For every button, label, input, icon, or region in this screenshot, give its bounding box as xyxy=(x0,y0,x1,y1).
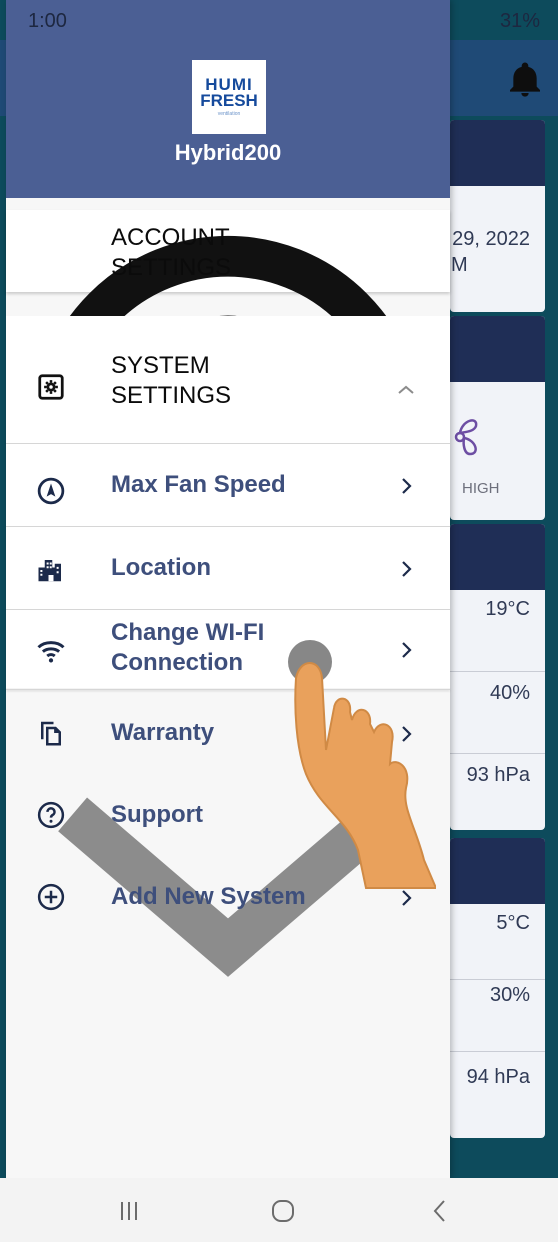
date-card: 29, 2022 M xyxy=(450,120,545,312)
system-settings-label: SYSTEM SETTINGS xyxy=(111,352,232,409)
navigation-drawer[interactable]: HUMI FRESH ventilation Hybrid200 ACCOUNT… xyxy=(6,0,450,1178)
time-text: M xyxy=(451,254,468,276)
system-name: Hybrid200 xyxy=(174,140,282,165)
fan-card: HIGH xyxy=(450,316,545,520)
help-circle-icon xyxy=(37,801,65,829)
system-settings-section: SYSTEM SETTINGS Max Fan Speed Location C… xyxy=(6,316,450,688)
building-icon xyxy=(38,560,61,582)
humifresh-logo: HUMI FRESH ventilation xyxy=(192,60,266,134)
indoor-temp: 19°C xyxy=(485,598,530,620)
battery-percent: 31% xyxy=(499,10,540,32)
account-settings-header[interactable]: ACCOUNT SETTINGS xyxy=(6,210,450,977)
menu-item-label: Warranty xyxy=(111,719,215,746)
menu-item-label: Support xyxy=(111,801,203,828)
date-text: 29, 2022 xyxy=(452,228,530,250)
status-time: 1:00 xyxy=(28,10,67,32)
outdoor-temp: 5°C xyxy=(496,912,530,934)
indoor-pressure: 93 hPa xyxy=(466,764,530,786)
status-bar: 1:00 31% xyxy=(0,0,558,40)
outdoor-humidity: 30% xyxy=(489,984,530,1006)
menu-item-label: Max Fan Speed xyxy=(111,471,286,498)
home-icon[interactable] xyxy=(270,1198,296,1224)
outdoor-card: 5°C 30% 94 hPa xyxy=(450,838,545,1138)
plus-circle-icon xyxy=(37,883,65,911)
indoor-card: 19°C 40% 93 hPa xyxy=(450,524,545,830)
system-navigation-bar xyxy=(0,1178,558,1242)
copy-icon xyxy=(41,721,61,746)
outdoor-pressure: 94 hPa xyxy=(466,1066,530,1088)
wifi-icon xyxy=(37,641,65,663)
indoor-humidity: 40% xyxy=(489,682,530,704)
account-settings-label: ACCOUNT SETTINGS xyxy=(111,224,232,281)
chevron-up-icon xyxy=(398,385,414,394)
fan-speed-text: HIGH xyxy=(462,480,500,497)
menu-item-location[interactable]: Location xyxy=(6,527,450,609)
chevron-right-icon xyxy=(402,561,412,577)
system-settings-header[interactable]: SYSTEM SETTINGS xyxy=(6,336,450,436)
menu-item-label: Add New System xyxy=(111,883,306,910)
recent-apps-icon[interactable] xyxy=(118,1200,140,1222)
tap-hand-icon xyxy=(288,640,436,889)
back-icon[interactable] xyxy=(430,1198,450,1224)
fan-icon xyxy=(454,419,478,456)
settings-gear-icon xyxy=(38,374,64,400)
menu-item-max-fan-speed[interactable]: Max Fan Speed xyxy=(6,444,450,526)
compass-icon xyxy=(37,477,65,505)
chevron-right-icon xyxy=(402,478,412,494)
bell-icon[interactable] xyxy=(505,58,545,102)
menu-item-label: Location xyxy=(111,554,211,581)
